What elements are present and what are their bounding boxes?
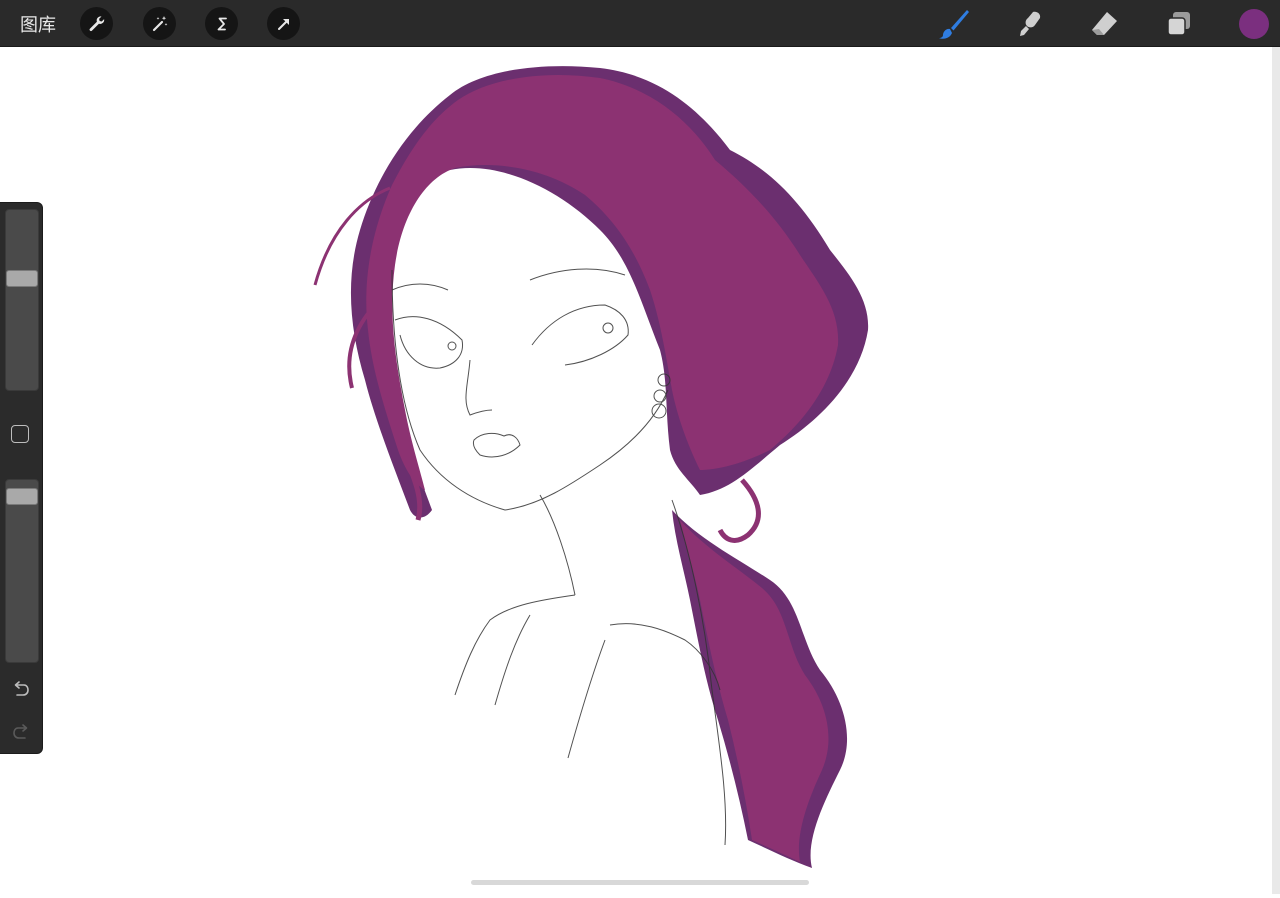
- opacity-thumb[interactable]: [6, 488, 38, 505]
- artwork: [313, 66, 869, 868]
- wrench-icon[interactable]: [80, 7, 113, 40]
- magic-wand-icon[interactable]: [143, 7, 176, 40]
- selection-s-icon[interactable]: [205, 7, 238, 40]
- brush-size-thumb[interactable]: [6, 270, 38, 287]
- home-indicator: [471, 880, 809, 885]
- canvas-right-edge: [1272, 47, 1280, 894]
- modify-button[interactable]: [11, 425, 29, 443]
- left-sidebar: [0, 202, 43, 754]
- brush-icon[interactable]: [936, 6, 972, 42]
- smudge-icon[interactable]: [1011, 6, 1047, 42]
- layers-icon[interactable]: [1161, 6, 1197, 42]
- gallery-button[interactable]: 图库: [20, 11, 56, 37]
- opacity-slider[interactable]: [5, 479, 39, 663]
- arrow-icon[interactable]: [267, 7, 300, 40]
- brush-size-slider[interactable]: [5, 209, 39, 391]
- hair-main: [366, 74, 839, 491]
- color-swatch[interactable]: [1239, 9, 1269, 39]
- top-toolbar: 图库: [0, 0, 1280, 47]
- eraser-icon[interactable]: [1086, 6, 1122, 42]
- undo-icon[interactable]: [9, 678, 33, 702]
- drawing-canvas[interactable]: [0, 47, 1272, 894]
- redo-icon[interactable]: [9, 721, 33, 745]
